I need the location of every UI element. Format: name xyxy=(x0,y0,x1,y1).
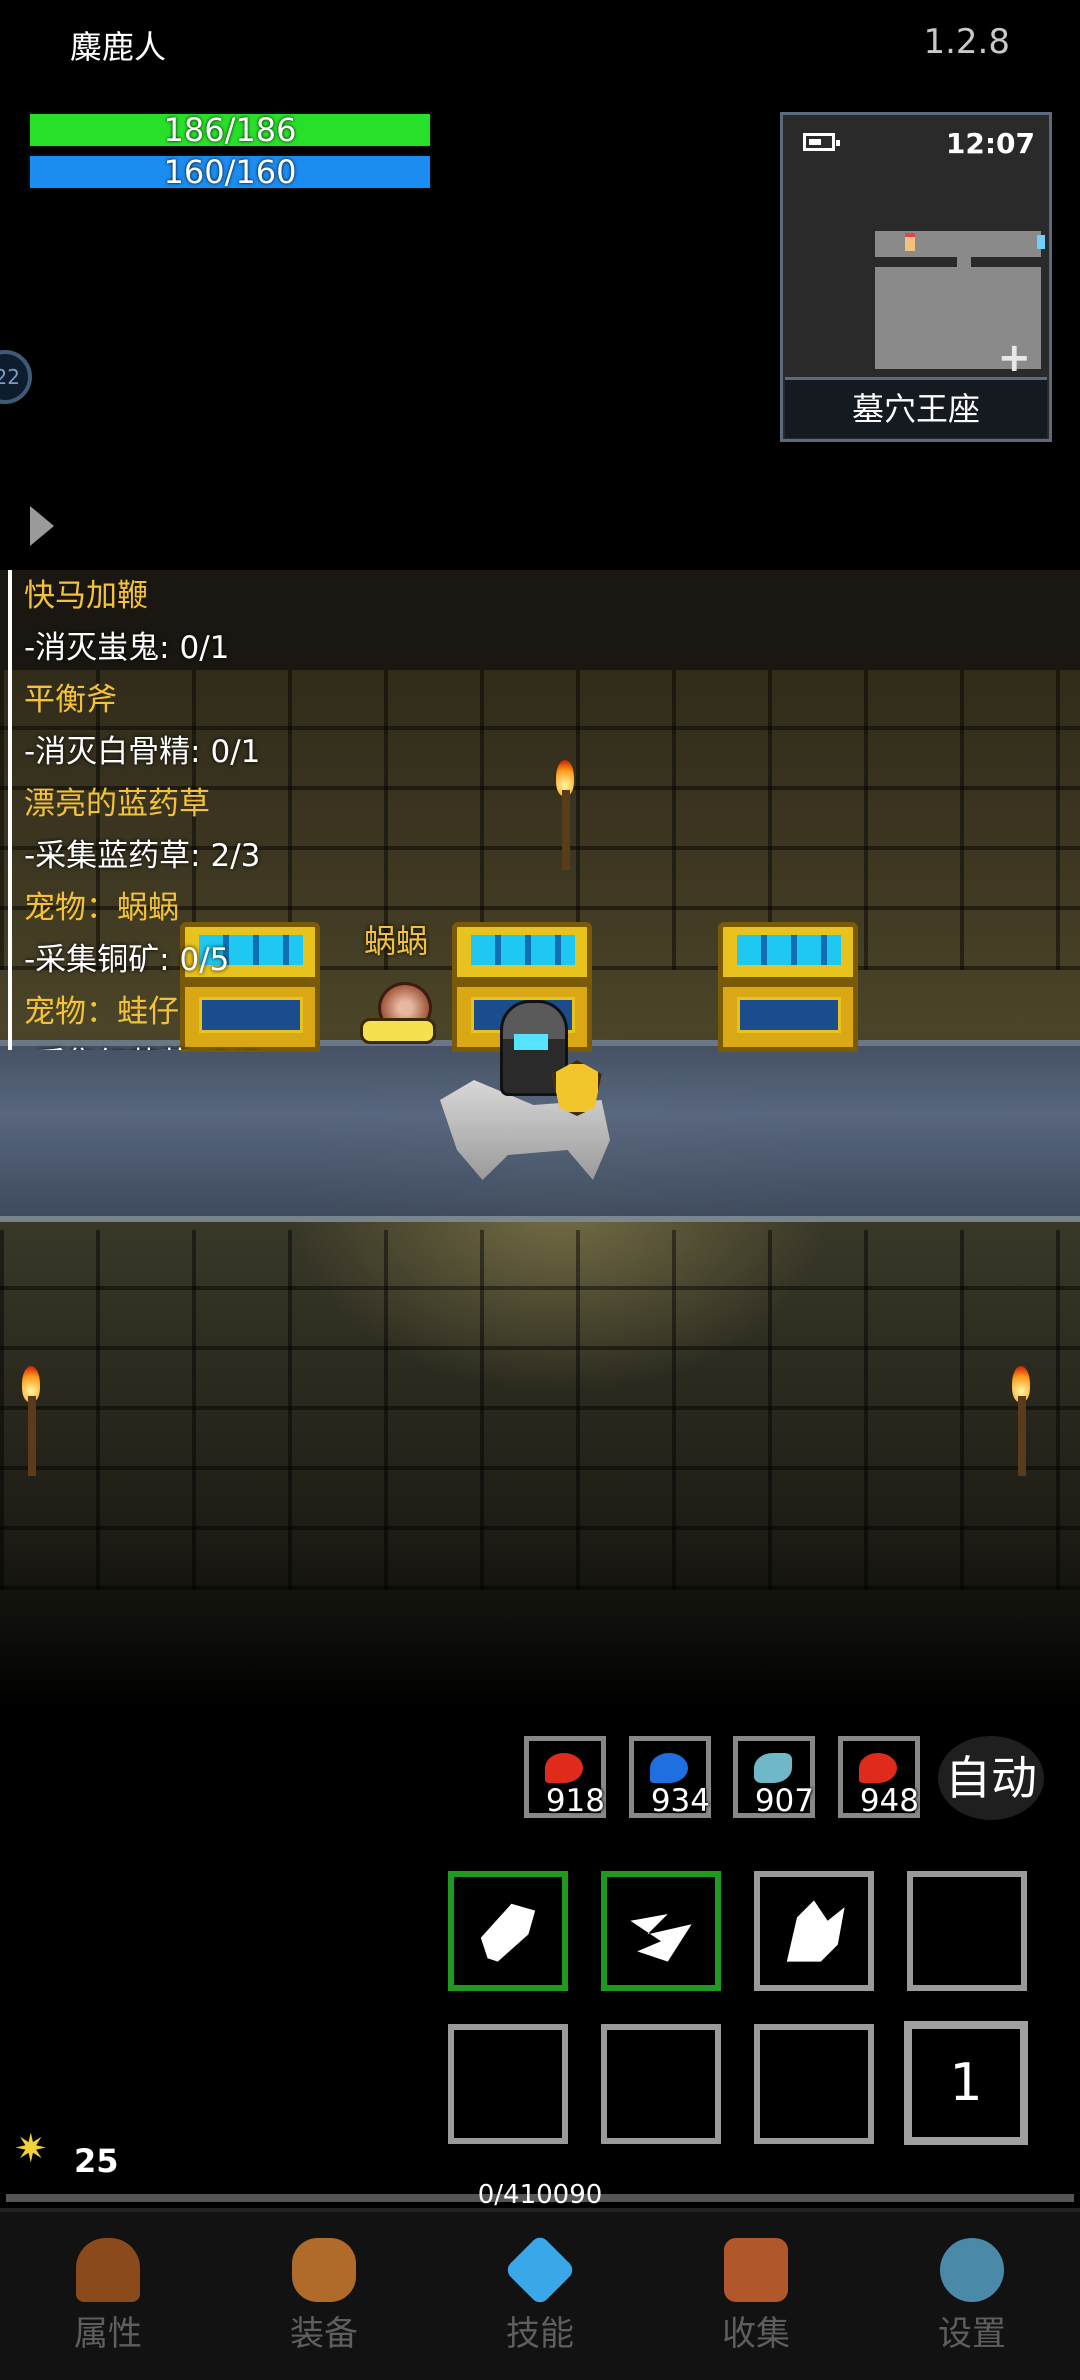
helmet-icon xyxy=(76,2237,140,2302)
torch-icon xyxy=(22,1366,40,1476)
quest-item: 漂亮的蓝药草 -采集蓝药草: 2/3 xyxy=(12,778,332,882)
snail-pet[interactable] xyxy=(360,982,436,1044)
nav-settings[interactable]: 设置 xyxy=(882,2237,1062,2355)
torch-icon xyxy=(1012,1366,1030,1476)
quest-title: 宠物：蜗蜗 xyxy=(24,890,179,926)
nav-collection[interactable]: 收集 xyxy=(666,2237,846,2355)
player-name: 麋鹿人 xyxy=(70,28,167,66)
nav-label: 装备 xyxy=(290,2313,358,2354)
nav-equipment[interactable]: 装备 xyxy=(234,2237,414,2355)
brick-row xyxy=(0,1410,1080,1470)
treasure-chest[interactable] xyxy=(718,922,858,1052)
skill-slot-2[interactable] xyxy=(601,1871,721,1991)
potion-count: 918 xyxy=(545,1783,605,1819)
crystal-icon xyxy=(503,2233,577,2306)
nav-attributes[interactable]: 属性 xyxy=(18,2237,198,2355)
blue-potion-slot[interactable]: 934 xyxy=(629,1736,711,1819)
brick-row xyxy=(0,1350,1080,1410)
red-potion-icon xyxy=(859,1753,897,1783)
brick-row xyxy=(0,1470,1080,1530)
minimap-expand-icon[interactable]: + xyxy=(997,335,1031,381)
quest-task: -消灭白骨精: 0/1 xyxy=(24,734,261,770)
battery-icon xyxy=(803,133,840,151)
minimap-player-marker xyxy=(905,233,915,251)
clock-time: 12:07 xyxy=(945,127,1035,160)
quest-item: 宠物：蜗蜗 -采集铜矿: 0/5 xyxy=(12,882,332,986)
red-potion-slot[interactable]: 918 xyxy=(524,1736,606,1819)
quest-title: 平衡斧 xyxy=(24,682,117,718)
quest-collapse-icon[interactable] xyxy=(30,506,54,546)
quest-title: 漂亮的蓝药草 xyxy=(24,786,210,822)
brick-row xyxy=(0,1290,1080,1350)
quest-title: 宠物：蛙仔 xyxy=(24,994,179,1030)
fish-slot[interactable]: 907 xyxy=(733,1736,815,1819)
blue-potion-icon xyxy=(650,1753,688,1783)
minimap-exit-marker xyxy=(1037,235,1045,249)
quest-task: -采集蓝药草: 2/3 xyxy=(24,838,261,874)
gold-count: 25 xyxy=(74,2142,119,2180)
quest-title: 快马加鞭 xyxy=(24,578,148,614)
bottom-nav: 属性 装备 技能 收集 设置 xyxy=(0,2208,1080,2380)
hp-bar: 186/186 xyxy=(28,112,432,148)
nav-skills[interactable]: 技能 xyxy=(450,2233,630,2355)
quest-task: -采集红药草: 0/5 xyxy=(24,1038,332,1050)
quest-item: 平衡斧 -消灭白骨精: 0/1 xyxy=(12,674,332,778)
potion-count: 907 xyxy=(754,1783,814,1819)
xp-text: 0/410090 xyxy=(477,2180,603,2210)
skill-slot-1[interactable] xyxy=(448,1871,568,1991)
mp-bar: 160/160 xyxy=(28,154,432,190)
skill-slot-3[interactable] xyxy=(754,1871,874,1991)
version-label: 1.2.8 xyxy=(923,22,1010,62)
player-character[interactable] xyxy=(440,1000,610,1190)
knight-visor xyxy=(514,1034,548,1050)
torch-icon xyxy=(556,760,574,870)
location-name: 墓穴王座 xyxy=(785,377,1047,438)
gear-icon xyxy=(940,2237,1004,2302)
nav-label: 收集 xyxy=(722,2313,790,2354)
bag-icon xyxy=(292,2237,356,2302)
auto-battle-button[interactable]: 自动 xyxy=(938,1736,1044,1820)
skill-slot-4[interactable] xyxy=(907,1871,1027,1991)
skill-slot-7[interactable] xyxy=(754,2024,874,2144)
minimap[interactable]: 12:07 + 墓穴王座 xyxy=(780,112,1052,442)
lightning-icon xyxy=(630,1914,692,1962)
quest-task: -消灭蚩鬼: 0/1 xyxy=(24,630,230,666)
potion-count: 948 xyxy=(859,1783,919,1819)
quest-tracker[interactable]: 快马加鞭 -消灭蚩鬼: 0/1 平衡斧 -消灭白骨精: 0/1 漂亮的蓝药草 -… xyxy=(8,570,332,1050)
nav-label: 属性 xyxy=(74,2313,142,2354)
brick-row xyxy=(0,1530,1080,1590)
skill-page-button[interactable]: 1 xyxy=(904,2021,1028,2145)
skill-slot-5[interactable] xyxy=(448,2024,568,2144)
buff-indicator[interactable]: 22 xyxy=(0,350,32,404)
nav-label: 设置 xyxy=(938,2313,1006,2354)
red-potion-2-slot[interactable]: 948 xyxy=(838,1736,920,1819)
red-potion-icon xyxy=(545,1753,583,1783)
quest-item: 快马加鞭 -消灭蚩鬼: 0/1 xyxy=(12,570,332,674)
brick-row xyxy=(0,1230,1080,1290)
quest-item: 宠物：蛙仔 -采集红药草: 0/5 xyxy=(12,986,332,1050)
sword-slash-icon xyxy=(480,1903,536,1962)
fish-icon xyxy=(754,1753,792,1783)
book-icon xyxy=(724,2237,788,2302)
nav-label: 技能 xyxy=(506,2313,574,2354)
gold-icon: ✷ xyxy=(14,2126,48,2172)
pet-name-label: 蜗蜗 xyxy=(364,922,429,960)
potion-count: 934 xyxy=(650,1783,710,1819)
skill-slot-6[interactable] xyxy=(601,2024,721,2144)
quest-task: -采集铜矿: 0/5 xyxy=(24,942,230,978)
flame-burst-icon xyxy=(786,1900,845,1962)
